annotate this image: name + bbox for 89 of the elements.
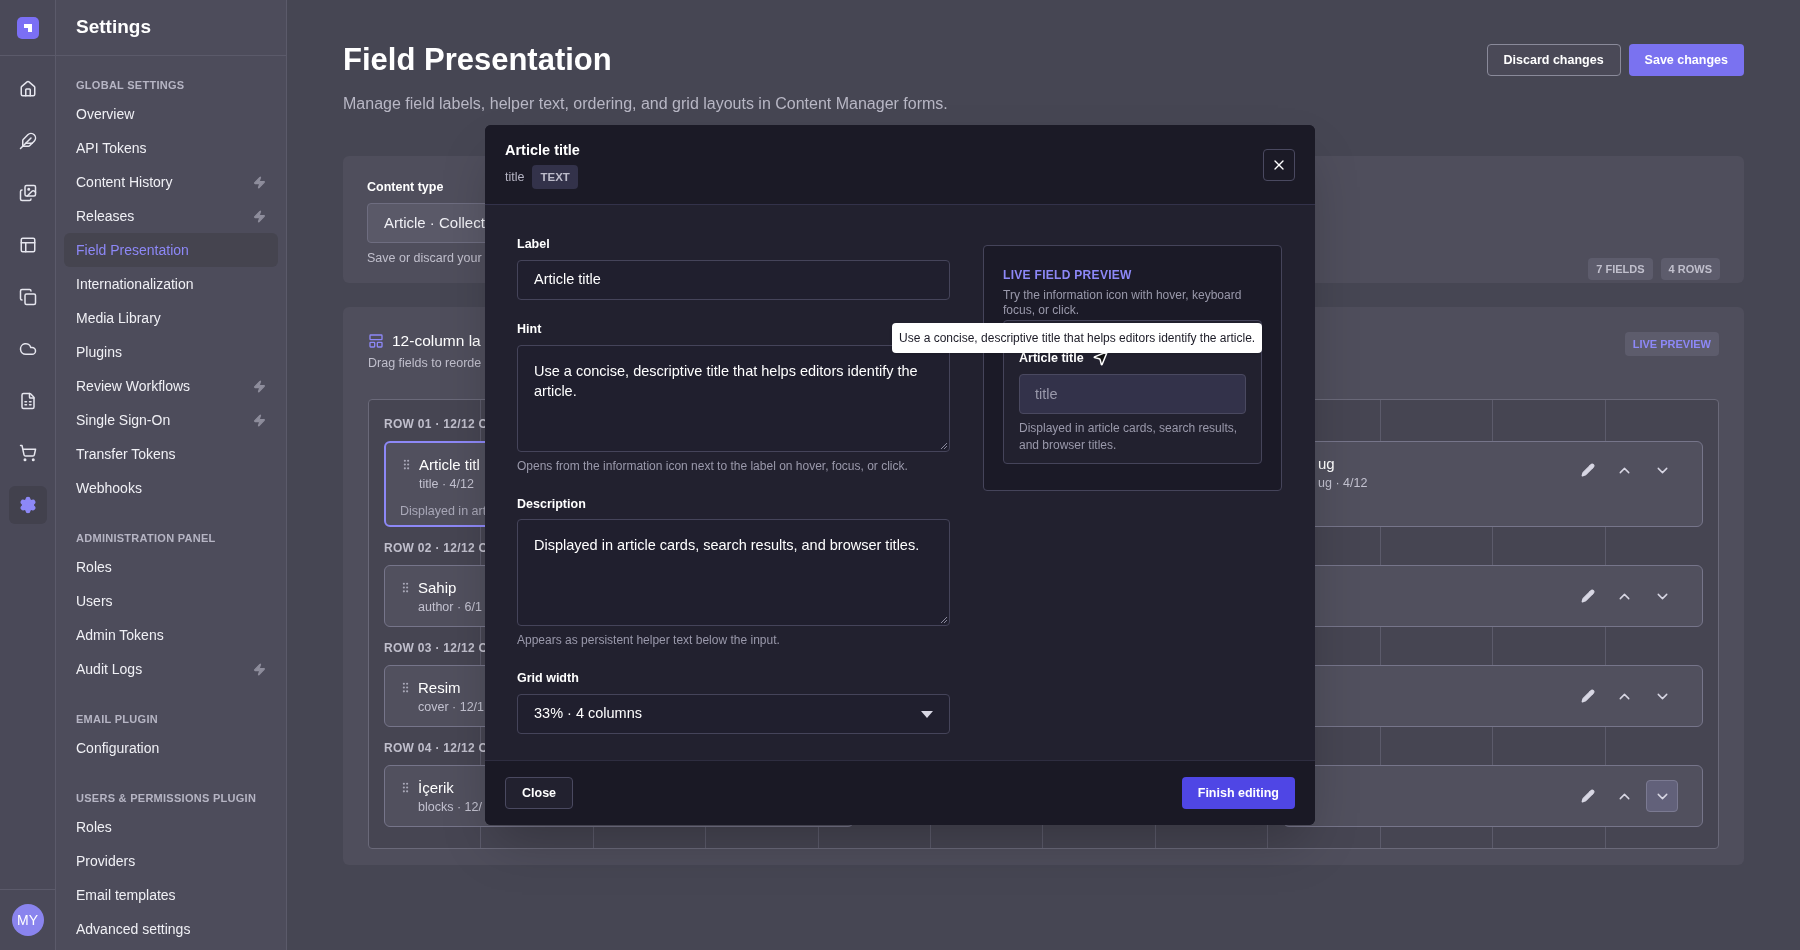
sidebar-item[interactable]: Providers xyxy=(64,844,278,878)
field-card-description: Displayed in art xyxy=(400,502,487,520)
logo-icon xyxy=(16,16,39,39)
page-title: Field Presentation xyxy=(343,41,612,79)
helper-text: Opens from the information icon next to the label on hover, focus, or click. xyxy=(517,457,908,475)
sidebar-item[interactable]: Configuration xyxy=(64,731,278,765)
sidebar-item[interactable]: Overview xyxy=(64,97,278,131)
close-button[interactable] xyxy=(1263,148,1295,181)
sidebar-section-heading: GLOBAL SETTINGS xyxy=(76,79,185,91)
resize-handle-icon[interactable] xyxy=(940,616,947,624)
sidebar-section-heading: USERS & PERMISSIONS PLUGIN xyxy=(76,792,257,804)
field-label: Content type xyxy=(367,179,444,196)
home-icon xyxy=(18,80,37,98)
finish-editing-button[interactable]: Finish editing xyxy=(1181,777,1295,809)
feather-icon xyxy=(18,132,37,150)
nav-rail-button[interactable] xyxy=(8,486,47,524)
field-card-meta: title · 4/12 xyxy=(419,476,475,493)
sidebar-item[interactable]: Internationalization xyxy=(64,267,278,301)
field-card-title: ug xyxy=(1318,454,1336,474)
discard-button[interactable]: Discard changes xyxy=(1486,44,1621,76)
sidebar-item[interactable]: Content History xyxy=(64,165,278,199)
grid-width-select[interactable]: 33% · 4 columns xyxy=(517,694,950,734)
field-card-title: Article titl xyxy=(419,455,481,475)
sidebar-section-heading: ADMINISTRATION PANEL xyxy=(76,532,216,544)
field-card-meta: author · 6/1 xyxy=(418,599,482,616)
images-icon xyxy=(18,184,37,202)
page-subtitle: Manage field labels, helper text, ordering, and grid layouts in Content Manager forms. xyxy=(343,94,949,114)
sidebar-item[interactable]: Single Sign-On xyxy=(64,403,278,437)
sidebar-item[interactable]: Roles xyxy=(64,550,278,584)
save-button[interactable]: Save changes xyxy=(1628,44,1744,76)
field-label: Description xyxy=(517,495,586,513)
sidebar-item[interactable]: Webhooks xyxy=(64,471,278,505)
caret-icon xyxy=(921,710,933,718)
preview-intro: Try the information icon with hover, keyboard focus, or click. xyxy=(1003,288,1243,318)
resize-handle-icon[interactable] xyxy=(940,441,947,449)
sidebar-item[interactable]: Transfer Tokens xyxy=(64,437,278,471)
spreadsheet-file-icon xyxy=(18,392,37,410)
field-label: Hint xyxy=(517,320,542,338)
sidebar-item[interactable]: Advanced settings xyxy=(64,912,278,946)
sidebar-item[interactable]: Email templates xyxy=(64,878,278,912)
field-card-meta: blocks · 12/ xyxy=(418,799,482,816)
close-dialog-button[interactable]: Close xyxy=(505,777,574,809)
sidebar-item[interactable]: Plugins xyxy=(64,335,278,369)
field-card-meta: cover · 12/1 xyxy=(418,699,484,716)
field-label: Grid width xyxy=(517,670,579,688)
tooltip: Use a concise, descriptive title that helps editors identify the article. xyxy=(892,323,1263,353)
live-preview-badge: LIVE PREVIEW xyxy=(1624,332,1719,356)
sidebar-item[interactable]: Audit Logs xyxy=(64,652,278,686)
move-down-button[interactable] xyxy=(1646,780,1678,812)
layout-icon xyxy=(18,236,37,254)
api-name: title xyxy=(505,169,525,186)
settings-icon xyxy=(18,496,37,514)
copy-icon xyxy=(18,288,37,306)
sidebar-section-heading: EMAIL PLUGIN xyxy=(76,713,158,725)
field-card-title: Resim xyxy=(418,678,462,698)
sidebar-item[interactable]: Roles xyxy=(64,810,278,844)
field-card-title: İçerik xyxy=(418,778,455,798)
layout-subtitle: Drag fields to reorde xyxy=(368,355,482,373)
layout-title: 12-column la xyxy=(392,331,481,351)
pencil-icon xyxy=(1581,789,1595,803)
text-input-field[interactable]: Article title xyxy=(517,259,950,300)
preview-input-field[interactable]: title xyxy=(1019,373,1246,414)
helper-text: Appears as persistent helper text below the input. xyxy=(517,632,780,650)
layout-icon xyxy=(368,332,384,349)
sidebar-item[interactable]: Users xyxy=(64,584,278,618)
pencil-icon xyxy=(1581,463,1595,477)
pencil-icon xyxy=(1581,689,1595,703)
text-area-field[interactable]: Use a concise, descriptive title that helps editors identify the article. xyxy=(517,344,950,452)
sidebar-item[interactable]: API Tokens xyxy=(64,131,278,165)
helper-text: Save or discard your xyxy=(367,249,482,267)
pencil-icon xyxy=(1581,589,1595,603)
preview-field-label: Article title xyxy=(1019,350,1084,367)
preview-heading: LIVE FIELD PREVIEW xyxy=(1003,267,1133,284)
field-card-meta: ug · 4/12 xyxy=(1318,475,1368,492)
field-card-title: Sahip xyxy=(418,578,458,598)
sidebar-item[interactable]: Media Library xyxy=(64,301,278,335)
text-area-field[interactable]: Displayed in article cards, search results, and browser titles. xyxy=(517,519,950,627)
count-badge: 4 ROWS xyxy=(1660,258,1720,280)
type-badge: TEXT xyxy=(532,165,578,190)
dialog-title: Article title xyxy=(505,140,580,160)
cart-icon xyxy=(18,444,37,462)
preview-helper-text: Displayed in article cards, search results, and browser titles. xyxy=(1019,419,1239,454)
field-label: Label xyxy=(517,236,550,253)
cloud-icon xyxy=(18,340,37,358)
sidebar-item[interactable]: Admin Tokens xyxy=(64,618,278,652)
sidebar-item[interactable]: Releases xyxy=(64,199,278,233)
count-badge: 7 FIELDS xyxy=(1588,258,1653,280)
sidebar-item[interactable]: Review Workflows xyxy=(64,369,278,403)
sidebar-title: Settings xyxy=(76,15,151,40)
